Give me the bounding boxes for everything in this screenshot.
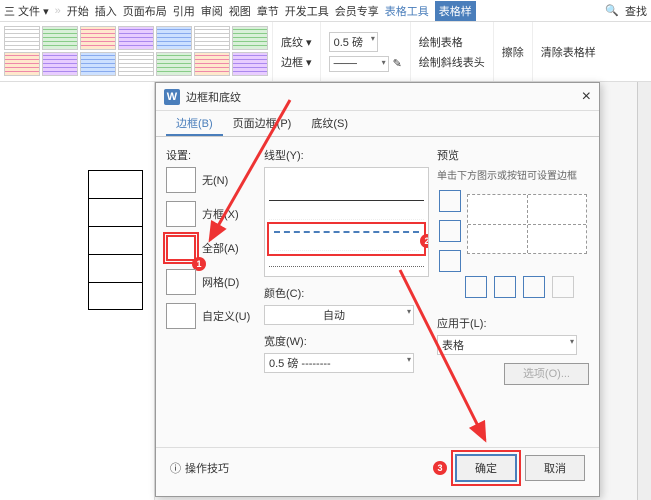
- tab-shading[interactable]: 底纹(S): [301, 111, 358, 136]
- vertical-scrollbar[interactable]: [637, 82, 651, 500]
- preview-btn-bot[interactable]: [439, 250, 461, 272]
- setting-custom[interactable]: 自定义(U): [166, 303, 256, 329]
- clear-style-button[interactable]: 清除表格样: [541, 44, 596, 60]
- info-icon: ⓘ: [170, 460, 181, 476]
- eraser-button[interactable]: 擦除: [502, 44, 524, 60]
- tab-section[interactable]: 章节: [257, 3, 279, 19]
- setting-all[interactable]: 全部(A)1: [166, 235, 256, 261]
- dialog-tabs: 边框(B) 页面边框(P) 底纹(S): [156, 111, 599, 137]
- tab-ref[interactable]: 引用: [173, 3, 195, 19]
- options-button[interactable]: 选项(O)...: [504, 363, 589, 385]
- borders-shading-dialog: W 边框和底纹 × 边框(B) 页面边框(P) 底纹(S) 设置: 无(N) 方框…: [155, 82, 600, 497]
- apply-to-combo[interactable]: 表格: [437, 335, 577, 355]
- width-label: 宽度(W):: [264, 333, 429, 349]
- badge-2: 2: [420, 234, 429, 248]
- line-style-list[interactable]: 2: [264, 167, 429, 277]
- preview-btn-left[interactable]: [465, 276, 487, 298]
- preview-btn-right[interactable]: [523, 276, 545, 298]
- draw-diagonal-button[interactable]: 绘制斜线表头: [419, 54, 485, 70]
- tab-layout[interactable]: 页面布局: [123, 3, 167, 19]
- setting-grid[interactable]: 网格(D): [166, 269, 256, 295]
- tab-table-tools[interactable]: 表格工具: [385, 3, 429, 19]
- tab-page-border[interactable]: 页面边框(P): [223, 111, 302, 136]
- ok-button[interactable]: 确定: [455, 454, 517, 482]
- preview-diagram[interactable]: [467, 194, 587, 254]
- tab-home[interactable]: 开始: [67, 3, 89, 19]
- app-icon: W: [164, 89, 180, 105]
- line-style-label: 线型(Y):: [264, 147, 429, 163]
- color-combo[interactable]: 自动: [264, 305, 414, 325]
- dialog-title: 边框和底纹: [186, 89, 241, 105]
- tab-table-style[interactable]: 表格样: [435, 1, 476, 21]
- tab-view[interactable]: 视图: [229, 3, 251, 19]
- preview-btn-mid[interactable]: [439, 220, 461, 242]
- tips-link[interactable]: ⓘ操作技巧: [170, 460, 229, 476]
- close-button[interactable]: ×: [582, 88, 591, 106]
- width-combo[interactable]: 0.5 磅 --------: [264, 353, 414, 373]
- preview-btn-top[interactable]: [439, 190, 461, 212]
- line-width-combo[interactable]: 0.5 磅: [329, 32, 378, 52]
- tab-dev[interactable]: 开发工具: [285, 3, 329, 19]
- preview-btn-vmid[interactable]: [494, 276, 516, 298]
- settings-label: 设置:: [166, 147, 256, 163]
- tab-insert[interactable]: 插入: [95, 3, 117, 19]
- file-menu[interactable]: 三 文件 ▾: [4, 3, 49, 19]
- pen-color-icon[interactable]: ✎: [393, 57, 402, 70]
- tab-member[interactable]: 会员专享: [335, 3, 379, 19]
- table-style-gallery[interactable]: [0, 22, 272, 81]
- ribbon: 底纹 ▾ 边框 ▾ 0.5 磅 ─── ✎ 绘制表格 绘制斜线表头 擦除 清除表格…: [0, 22, 651, 82]
- badge-3: 3: [433, 461, 447, 475]
- top-menu-bar: 三 文件 ▾ » 开始 插入 页面布局 引用 审阅 视图 章节 开发工具 会员专…: [0, 0, 651, 22]
- dialog-titlebar: W 边框和底纹 ×: [156, 83, 599, 111]
- preview-btn-diag[interactable]: [552, 276, 574, 298]
- tab-review[interactable]: 审阅: [201, 3, 223, 19]
- color-label: 颜色(C):: [264, 285, 429, 301]
- setting-none[interactable]: 无(N): [166, 167, 256, 193]
- cancel-button[interactable]: 取消: [525, 455, 585, 481]
- shading-dropdown[interactable]: 底纹 ▾: [281, 34, 312, 50]
- setting-box[interactable]: 方框(X): [166, 201, 256, 227]
- search-label: 查找: [625, 3, 647, 19]
- apply-to-label: 应用于(L):: [437, 315, 589, 331]
- line-style-combo[interactable]: ───: [329, 56, 389, 72]
- search-icon[interactable]: 🔍: [605, 4, 619, 17]
- preview-hint: 单击下方图示或按钮可设置边框: [437, 167, 589, 182]
- tab-border[interactable]: 边框(B): [166, 111, 223, 136]
- preview-label: 预览: [437, 147, 589, 163]
- draw-table-button[interactable]: 绘制表格: [419, 34, 463, 50]
- border-dropdown[interactable]: 边框 ▾: [281, 54, 312, 70]
- document-table[interactable]: [88, 170, 143, 310]
